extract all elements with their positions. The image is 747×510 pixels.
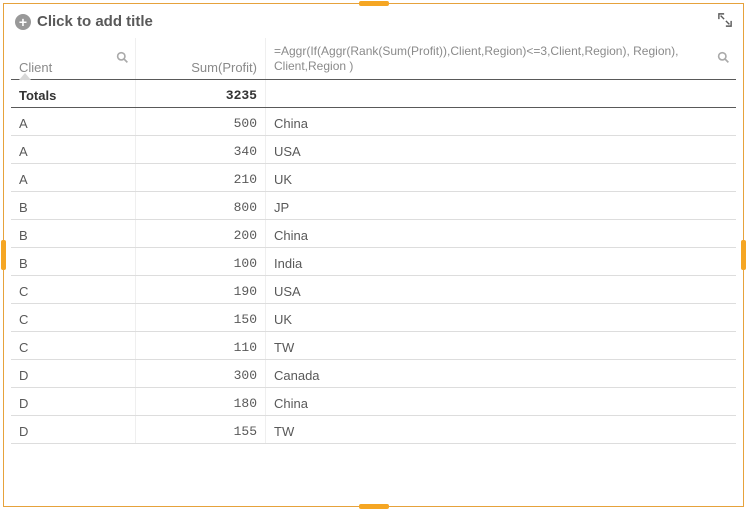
- sort-ascending-icon: [19, 73, 31, 80]
- add-title-icon[interactable]: +: [15, 14, 31, 30]
- cell-region[interactable]: USA: [266, 276, 736, 303]
- resize-handle-top[interactable]: [359, 1, 389, 6]
- table-row[interactable]: C110TW: [11, 332, 736, 360]
- cell-region[interactable]: Canada: [266, 360, 736, 387]
- data-table: Client Sum(Profit) =Aggr(If(Aggr(Rank(Su…: [11, 38, 736, 444]
- cell-profit[interactable]: 300: [136, 360, 266, 387]
- cell-profit[interactable]: 340: [136, 136, 266, 163]
- totals-expr-cell: [266, 80, 736, 107]
- chart-frame[interactable]: + Click to add title Client Sum(Profit): [3, 3, 744, 507]
- cell-region[interactable]: JP: [266, 192, 736, 219]
- cell-profit[interactable]: 110: [136, 332, 266, 359]
- chart-inner: + Click to add title Client Sum(Profit): [5, 5, 742, 505]
- title-row: + Click to add title: [11, 11, 736, 38]
- cell-region[interactable]: China: [266, 108, 736, 135]
- table-row[interactable]: D155TW: [11, 416, 736, 444]
- cell-client[interactable]: B: [11, 248, 136, 275]
- cell-client[interactable]: C: [11, 332, 136, 359]
- cell-region[interactable]: USA: [266, 136, 736, 163]
- search-icon[interactable]: [717, 51, 730, 67]
- cell-client[interactable]: A: [11, 136, 136, 163]
- cell-profit[interactable]: 200: [136, 220, 266, 247]
- rows-host: A500ChinaA340USAA210UKB800JPB200ChinaB10…: [11, 108, 736, 444]
- cell-client[interactable]: A: [11, 108, 136, 135]
- chart-title-placeholder[interactable]: Click to add title: [37, 13, 153, 30]
- cell-region[interactable]: India: [266, 248, 736, 275]
- table-row[interactable]: D300Canada: [11, 360, 736, 388]
- column-header-expression-label: =Aggr(If(Aggr(Rank(Sum(Profit)),Client,R…: [274, 44, 728, 75]
- cell-region[interactable]: TW: [266, 332, 736, 359]
- cell-profit[interactable]: 800: [136, 192, 266, 219]
- cell-region[interactable]: China: [266, 388, 736, 415]
- cell-client[interactable]: A: [11, 164, 136, 191]
- table-row[interactable]: A340USA: [11, 136, 736, 164]
- cell-profit[interactable]: 210: [136, 164, 266, 191]
- table-row[interactable]: B800JP: [11, 192, 736, 220]
- table-row[interactable]: B200China: [11, 220, 736, 248]
- cell-client[interactable]: C: [11, 276, 136, 303]
- cell-profit[interactable]: 500: [136, 108, 266, 135]
- table-row[interactable]: C150UK: [11, 304, 736, 332]
- cell-profit[interactable]: 180: [136, 388, 266, 415]
- resize-handle-bottom[interactable]: [359, 504, 389, 509]
- table-row[interactable]: A500China: [11, 108, 736, 136]
- column-header-profit-label: Sum(Profit): [191, 60, 257, 75]
- totals-label-cell: Totals: [11, 80, 136, 107]
- cell-client[interactable]: D: [11, 360, 136, 387]
- table-row[interactable]: B100India: [11, 248, 736, 276]
- cell-profit[interactable]: 190: [136, 276, 266, 303]
- cell-profit[interactable]: 150: [136, 304, 266, 331]
- resize-handle-right[interactable]: [741, 240, 746, 270]
- cell-profit[interactable]: 100: [136, 248, 266, 275]
- cell-client[interactable]: D: [11, 416, 136, 443]
- column-header-profit[interactable]: Sum(Profit): [136, 38, 266, 79]
- fullscreen-icon[interactable]: [718, 13, 732, 30]
- totals-profit-cell: 3235: [136, 80, 266, 107]
- totals-row: Totals 3235: [11, 80, 736, 108]
- table-header-row: Client Sum(Profit) =Aggr(If(Aggr(Rank(Su…: [11, 38, 736, 80]
- search-icon[interactable]: [116, 51, 129, 67]
- cell-client[interactable]: B: [11, 220, 136, 247]
- column-header-client[interactable]: Client: [11, 38, 136, 79]
- cell-client[interactable]: B: [11, 192, 136, 219]
- resize-handle-left[interactable]: [1, 240, 6, 270]
- table-row[interactable]: A210UK: [11, 164, 736, 192]
- table-row[interactable]: C190USA: [11, 276, 736, 304]
- cell-client[interactable]: D: [11, 388, 136, 415]
- cell-region[interactable]: UK: [266, 164, 736, 191]
- column-header-expression[interactable]: =Aggr(If(Aggr(Rank(Sum(Profit)),Client,R…: [266, 38, 736, 79]
- cell-region[interactable]: TW: [266, 416, 736, 443]
- cell-region[interactable]: UK: [266, 304, 736, 331]
- cell-client[interactable]: C: [11, 304, 136, 331]
- cell-profit[interactable]: 155: [136, 416, 266, 443]
- table-row[interactable]: D180China: [11, 388, 736, 416]
- cell-region[interactable]: China: [266, 220, 736, 247]
